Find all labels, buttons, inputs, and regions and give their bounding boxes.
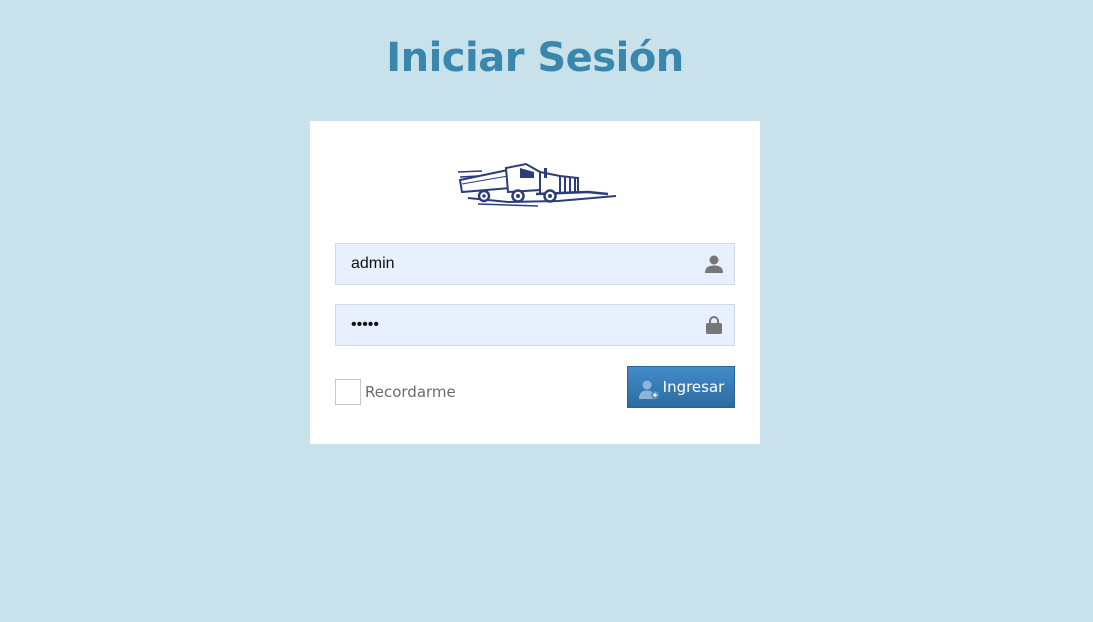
login-button-label: Ingresar — [662, 378, 725, 396]
page-title: Iniciar Sesión — [386, 35, 684, 81]
password-input[interactable] — [336, 305, 691, 345]
login-button[interactable]: Ingresar — [627, 366, 735, 408]
password-field[interactable] — [335, 304, 735, 346]
remember-me[interactable]: Recordarme — [335, 378, 456, 406]
username-field[interactable] — [335, 243, 735, 285]
user-icon — [705, 255, 723, 273]
username-input[interactable] — [336, 244, 691, 284]
remember-label: Recordarme — [365, 383, 456, 401]
user-add-icon — [638, 380, 659, 399]
login-card: Recordarme Ingresar — [310, 121, 760, 444]
truck-logo-icon — [457, 162, 617, 207]
remember-checkbox[interactable] — [335, 379, 361, 405]
lock-icon — [706, 316, 722, 334]
